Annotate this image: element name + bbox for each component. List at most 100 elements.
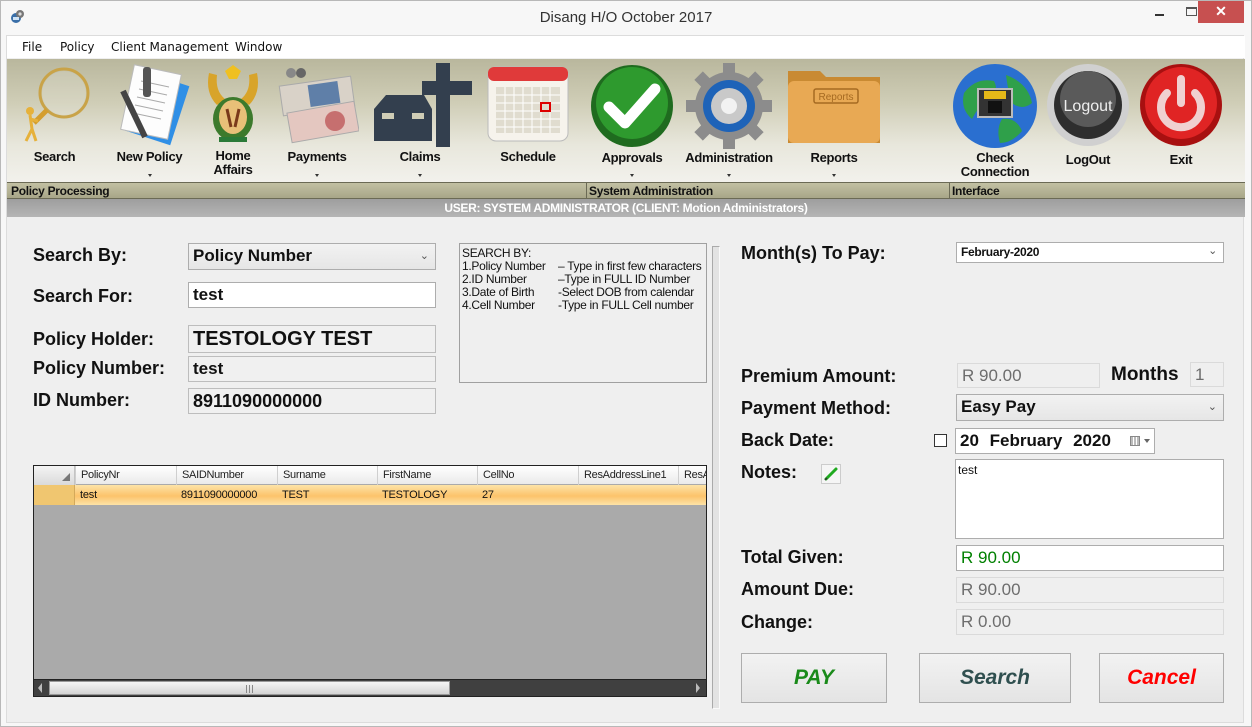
results-grid[interactable]: PolicyNr SAIDNumber Surname FirstName Ce…	[33, 465, 707, 697]
ribbon-new-policy-label: New Policy	[116, 149, 183, 164]
grid-horizontal-scrollbar[interactable]	[34, 679, 706, 696]
months-to-pay-label: Month(s) To Pay:	[741, 243, 886, 263]
search-button[interactable]: Search	[919, 653, 1071, 703]
dropdown-arrow-icon	[832, 174, 836, 177]
column-header-cellno[interactable]: CellNo	[477, 466, 578, 485]
panel-splitter[interactable]	[712, 246, 720, 709]
notes-label: Notes:	[741, 462, 798, 482]
ribbon-exit-button[interactable]: Exit	[1139, 59, 1223, 182]
calendar-icon	[487, 66, 569, 142]
checkmark-icon	[591, 65, 673, 147]
dropdown-arrow-icon	[147, 174, 152, 177]
edit-notes-button[interactable]	[821, 464, 841, 484]
policy-holder-field: TESTOLOGY TEST	[188, 325, 436, 353]
ribbon-approvals-label: Approvals	[601, 150, 663, 165]
premium-amount-field: R 90.00	[957, 363, 1100, 388]
cell-surname: TEST	[282, 489, 310, 501]
back-date-checkbox[interactable]	[934, 434, 947, 447]
mdi-client: File Policy Client Management Window Sea…	[6, 35, 1245, 723]
scroll-left-icon[interactable]	[38, 683, 42, 693]
column-header-resaddressline1[interactable]: ResAddressLine1	[578, 466, 678, 485]
group-divider	[586, 183, 587, 198]
search-for-input[interactable]: test	[188, 282, 436, 308]
folder-icon: Reports	[788, 71, 880, 143]
close-button[interactable]: ✕	[1198, 1, 1244, 23]
ribbon-check-connection-button[interactable]: Check Connection	[949, 59, 1041, 182]
ribbon-schedule-label: Schedule	[500, 149, 556, 164]
ribbon-logout-label: LogOut	[1065, 152, 1111, 167]
ribbon-reports-label: Reports	[810, 150, 858, 165]
magnifier-icon	[24, 67, 89, 142]
total-given-input[interactable]: R 90.00	[956, 545, 1224, 571]
power-icon	[1140, 64, 1222, 146]
maximize-icon	[1185, 7, 1197, 16]
gear-icon	[686, 63, 772, 149]
amount-due-field: R 90.00	[956, 577, 1224, 603]
ribbon-payments-button[interactable]: Payments	[272, 59, 362, 182]
chevron-down-icon: ⌄	[1207, 401, 1217, 413]
app-window: Disang H/O October 2017 ✕ File Policy Cl…	[0, 0, 1252, 727]
column-header-saidnumber[interactable]: SAIDNumber	[176, 466, 277, 485]
menu-client-management[interactable]: Client Management	[111, 40, 229, 54]
months-to-pay-value: February-2020	[961, 245, 1040, 259]
column-header-firstname[interactable]: FirstName	[377, 466, 477, 485]
ribbon-search-button[interactable]: Search	[12, 59, 97, 182]
column-header-surname[interactable]: Surname	[277, 466, 377, 485]
cancel-button[interactable]: Cancel	[1099, 653, 1224, 703]
search-by-label: Search By:	[33, 245, 128, 265]
title-bar: Disang H/O October 2017 ✕	[1, 1, 1251, 35]
menu-policy[interactable]: Policy	[60, 40, 95, 54]
back-date-value: 20 February 2020	[960, 431, 1111, 450]
change-label: Change:	[741, 612, 813, 632]
user-info-bar: USER: SYSTEM ADMINISTRATOR (CLIENT: Moti…	[7, 199, 1245, 217]
change-field: R 0.00	[956, 609, 1224, 635]
scrollbar-thumb[interactable]	[49, 681, 450, 695]
ribbon-claims-button[interactable]: Claims	[365, 59, 475, 182]
pay-button[interactable]: PAY	[741, 653, 887, 703]
back-date-picker[interactable]: 20 February 2020	[955, 428, 1155, 454]
months-to-pay-select[interactable]: February-2020 ⌄	[956, 242, 1224, 263]
payment-method-value: Easy Pay	[961, 397, 1036, 416]
ribbon-schedule-button[interactable]: Schedule	[483, 59, 573, 182]
logout-icon: Logout	[1047, 64, 1129, 146]
ribbon-reports-button[interactable]: Reports Reports	[779, 59, 889, 182]
search-for-label: Search For:	[33, 286, 134, 306]
menu-file[interactable]: File	[22, 40, 42, 54]
ribbon-logout-button[interactable]: Logout LogOut	[1047, 59, 1129, 182]
column-header-resaddressline2[interactable]: ResA	[678, 466, 706, 485]
document-pen-icon	[119, 64, 189, 146]
column-header-policynr[interactable]: PolicyNr	[75, 466, 176, 485]
months-label: Months	[1111, 364, 1179, 385]
grid-select-all[interactable]	[34, 466, 75, 485]
id-number-label: ID Number:	[33, 390, 131, 410]
help-row: 4.Cell Number -Type in FULL Cell number	[462, 298, 694, 312]
ribbon-administration-button[interactable]: Administration	[679, 59, 779, 182]
logout-icon-text: Logout	[1064, 98, 1113, 115]
ribbon-home-affairs-button[interactable]: Home Affairs	[197, 59, 269, 182]
table-row[interactable]: test 8911090000000 TEST TESTOLOGY 27	[34, 485, 706, 505]
ribbon-approvals-button[interactable]: Approvals	[587, 59, 677, 182]
minimize-icon	[1154, 14, 1164, 16]
group-system-administration: System Administration	[589, 184, 713, 198]
scroll-right-icon[interactable]	[696, 683, 700, 693]
window-title: Disang H/O October 2017	[539, 9, 713, 26]
calendar-icon[interactable]	[1130, 436, 1140, 446]
ribbon-exit-label: Exit	[1169, 152, 1193, 167]
ribbon-check-connection-label: Check Connection	[960, 150, 1030, 179]
cell-resaddressline1	[578, 485, 583, 505]
minimize-button[interactable]	[1142, 1, 1176, 23]
row-header[interactable]	[34, 485, 75, 505]
ribbon-search-label: Search	[33, 149, 76, 164]
menu-bar: File Policy Client Management Window	[7, 36, 1245, 58]
dropdown-arrow-icon	[418, 174, 422, 177]
cell-policynr: test	[80, 489, 97, 501]
search-by-select[interactable]: Policy Number ⌄	[188, 243, 436, 270]
ribbon-new-policy-button[interactable]: New Policy	[107, 59, 192, 182]
policy-holder-label: Policy Holder:	[33, 329, 155, 349]
menu-window[interactable]: Window	[235, 40, 282, 54]
reports-folder-text: Reports	[818, 92, 853, 103]
notes-textarea[interactable]: test	[955, 459, 1224, 539]
payment-method-select[interactable]: Easy Pay ⌄	[956, 394, 1224, 421]
policy-number-field: test	[188, 356, 436, 382]
dropdown-arrow-icon[interactable]	[1144, 439, 1150, 443]
